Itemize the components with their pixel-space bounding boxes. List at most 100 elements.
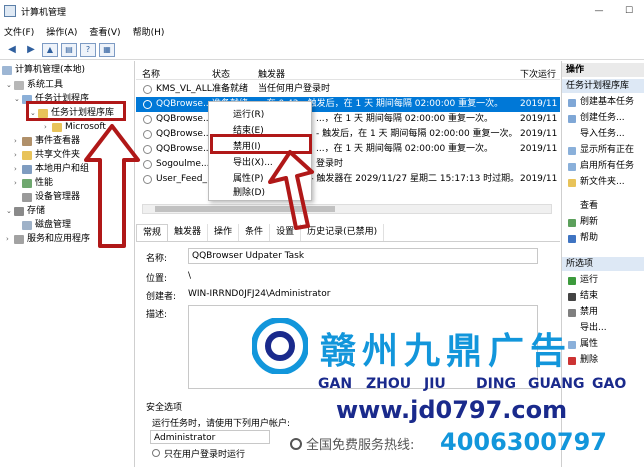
- column-header-name[interactable]: 名称: [142, 67, 160, 80]
- radio-button[interactable]: [152, 449, 160, 457]
- back-arrow-icon[interactable]: ◀: [4, 43, 20, 57]
- disable-icon: [568, 308, 576, 317]
- tab-settings[interactable]: 设置: [270, 224, 302, 241]
- menu-file[interactable]: 文件(F): [4, 25, 34, 38]
- maximize-button[interactable]: ☐: [614, 0, 644, 22]
- task-detail-tabs: 常规 触发器 操作 条件 设置 历史记录(已禁用): [136, 224, 560, 242]
- watermark-url: www.jd0797.com: [336, 396, 568, 424]
- tree-device-manager[interactable]: 设备管理器: [22, 190, 80, 204]
- tree-services[interactable]: › 服务和应用程序: [6, 232, 90, 246]
- run-as-text: 运行任务时，请使用下列用户帐户:: [152, 419, 291, 429]
- task-name-field[interactable]: QQBrowser Udpater Task: [188, 248, 538, 264]
- tree-system-tools[interactable]: ⌄ 系统工具: [6, 78, 63, 92]
- task-row[interactable]: User_Feed_... 17 - 触发器在 2029/11/27 星期二 1…: [136, 172, 560, 187]
- tab-conditions[interactable]: 条件: [239, 224, 271, 241]
- tab-actions[interactable]: 操作: [208, 224, 240, 241]
- action-delete[interactable]: 删除: [562, 353, 644, 368]
- actions-section-selected[interactable]: 所选项: [562, 257, 644, 271]
- action-refresh[interactable]: 刷新: [562, 215, 644, 230]
- action-view[interactable]: 查看: [562, 199, 644, 214]
- task-icon: [143, 115, 152, 124]
- column-header-next-run[interactable]: 下次运行: [520, 67, 556, 80]
- chevron-right-icon[interactable]: ›: [14, 176, 22, 190]
- watermark-hotline: 全国免费服务热线:: [290, 434, 414, 453]
- watermark-pinyin: JIU: [424, 376, 446, 392]
- horizontal-scrollbar[interactable]: [142, 204, 552, 214]
- menu-view[interactable]: 查看(V): [89, 25, 120, 38]
- action-run[interactable]: 运行: [562, 273, 644, 288]
- watermark-pinyin: ZHOU: [366, 376, 412, 392]
- show-tree-icon[interactable]: ▤: [61, 42, 77, 57]
- minimize-button[interactable]: —: [584, 0, 614, 22]
- properties-icon[interactable]: ▦: [99, 42, 115, 57]
- tab-triggers[interactable]: 触发器: [168, 224, 209, 241]
- chevron-right-icon[interactable]: ›: [44, 120, 52, 134]
- task-row[interactable]: QQBrowse... - 触发后，在 1 天 期间每隔 02:00:00 重复…: [136, 127, 560, 142]
- menu-action[interactable]: 操作(A): [46, 25, 77, 38]
- task-row[interactable]: QQBrowse... ...，在 1 天 期间每隔 02:00:00 重复一次…: [136, 142, 560, 157]
- action-show-running[interactable]: 显示所有正在: [562, 143, 644, 158]
- task-row[interactable]: KMS_VL_ALL 准备就绪 当任何用户登录时: [136, 82, 560, 97]
- chevron-right-icon[interactable]: ›: [14, 134, 22, 148]
- up-folder-icon[interactable]: ▲: [42, 42, 58, 57]
- watermark-logo-icon: [252, 318, 308, 374]
- action-new-folder[interactable]: 新文件夹...: [562, 175, 644, 190]
- event-viewer-icon: [22, 136, 32, 146]
- watermark-pinyin: GUANG: [528, 376, 585, 392]
- action-export[interactable]: 导出...: [562, 321, 644, 336]
- action-disable[interactable]: 禁用: [562, 305, 644, 320]
- chevron-right-icon[interactable]: ›: [14, 148, 22, 162]
- action-import-task[interactable]: 导入任务...: [562, 127, 644, 142]
- tree-microsoft[interactable]: › Microsoft: [44, 120, 106, 134]
- menu-bar: 文件(F) 操作(A) 查看(V) 帮助(H): [0, 22, 644, 40]
- menu-help[interactable]: 帮助(H): [133, 25, 165, 38]
- author-label: 创建者:: [146, 292, 177, 302]
- device-manager-icon: [22, 192, 32, 202]
- users-icon: [22, 164, 32, 174]
- column-header-triggers[interactable]: 触发器: [258, 67, 285, 80]
- context-menu-run[interactable]: 运行(R): [233, 108, 264, 122]
- task-row-selected[interactable]: QQBrowse... 准备就绪 ...在 0:42 - 触发后，在 1 天 期…: [136, 97, 560, 112]
- toolbar: ◀ ▶ ▲ ▤ ? ▦: [0, 40, 644, 60]
- chevron-right-icon[interactable]: ›: [14, 162, 22, 176]
- tab-history[interactable]: 历史记录(已禁用): [301, 224, 385, 241]
- chevron-down-icon[interactable]: ⌄: [14, 92, 22, 106]
- shared-folder-icon: [22, 150, 32, 160]
- context-menu-delete[interactable]: 删除(D): [233, 186, 265, 200]
- account-field[interactable]: Administrator: [150, 430, 270, 444]
- services-icon: [14, 234, 24, 244]
- tree-disk-management[interactable]: 磁盘管理: [22, 218, 71, 232]
- tree-root[interactable]: 计算机管理(本地): [2, 63, 85, 77]
- task-icon: [143, 145, 152, 154]
- actions-pane: 操作 任务计划程序库 创建基本任务 创建任务... 导入任务... 显示所有正在…: [561, 61, 644, 467]
- watermark-pinyin: GAO: [592, 376, 627, 392]
- action-create-task[interactable]: 创建任务...: [562, 111, 644, 126]
- chevron-down-icon[interactable]: ⌄: [6, 78, 14, 92]
- task-row[interactable]: Sogoulme... 登录时: [136, 157, 560, 172]
- task-row[interactable]: QQBrowse... ...，在 1 天 期间每隔 02:00:00 重复一次…: [136, 112, 560, 127]
- chevron-down-icon[interactable]: ⌄: [6, 204, 14, 218]
- forward-arrow-icon[interactable]: ▶: [23, 43, 39, 57]
- tree-local-users[interactable]: › 本地用户和组: [14, 162, 89, 176]
- location-value: \: [188, 271, 192, 281]
- tree-shared-folders[interactable]: › 共享文件夹: [14, 148, 80, 162]
- action-enable-history[interactable]: 启用所有任务: [562, 159, 644, 174]
- scrollbar-thumb[interactable]: [155, 206, 335, 212]
- task-icon: [143, 175, 152, 184]
- tree-event-viewer[interactable]: › 事件查看器: [14, 134, 80, 148]
- action-properties[interactable]: 属性: [562, 337, 644, 352]
- action-help[interactable]: 帮助: [562, 231, 644, 246]
- context-menu-export[interactable]: 导出(X)...: [233, 156, 273, 170]
- help-icon[interactable]: ?: [80, 42, 96, 57]
- security-options-label: 安全选项: [146, 403, 183, 413]
- action-create-basic-task[interactable]: 创建基本任务: [562, 95, 644, 110]
- context-menu-properties[interactable]: 属性(P): [233, 172, 263, 186]
- tree-storage[interactable]: ⌄ 存储: [6, 204, 45, 218]
- action-end[interactable]: 结束: [562, 289, 644, 304]
- column-header-status[interactable]: 状态: [212, 67, 230, 80]
- tab-general[interactable]: 常规: [136, 224, 169, 241]
- tree-performance[interactable]: › 性能: [14, 176, 53, 190]
- chevron-right-icon[interactable]: ›: [6, 232, 14, 246]
- actions-section-library[interactable]: 任务计划程序库: [562, 79, 644, 93]
- tools-icon: [14, 80, 24, 90]
